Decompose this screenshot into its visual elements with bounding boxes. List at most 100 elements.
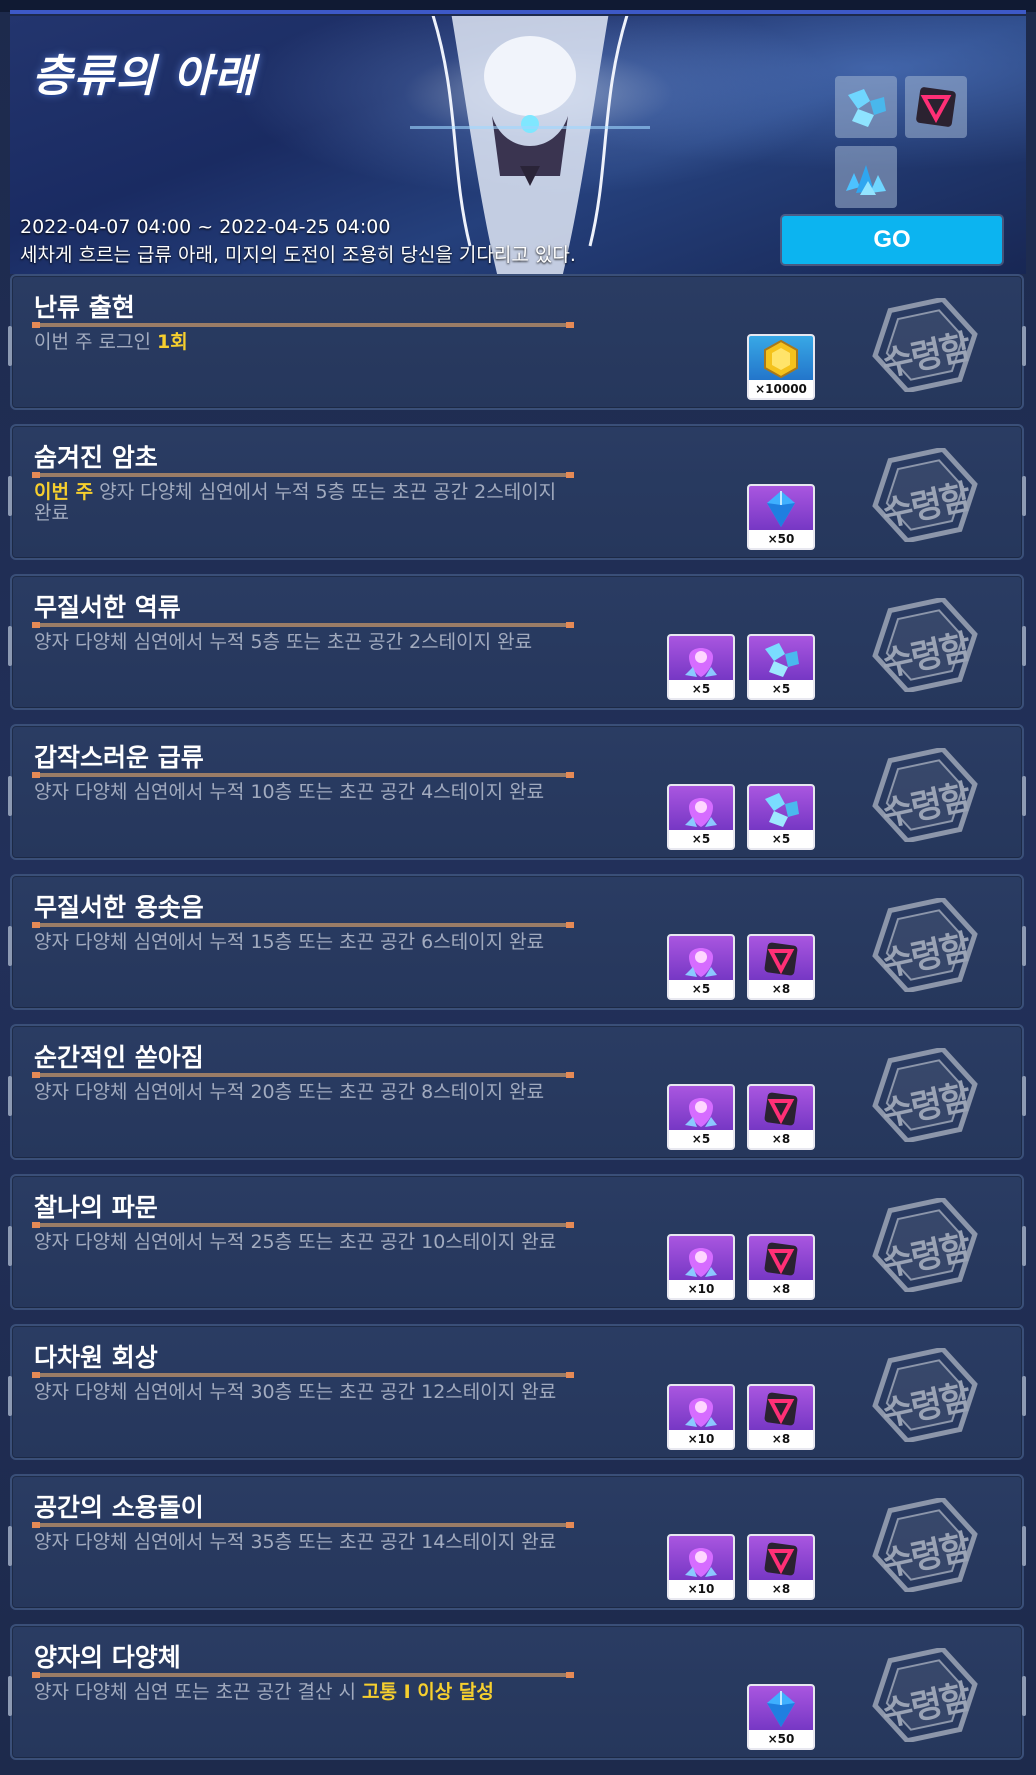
highlight-text: 이번 주 <box>34 481 94 503</box>
reward-quantity: ×5 <box>669 680 733 698</box>
title-divider <box>32 922 574 928</box>
description-text: 양자 다양체 심연에서 누적 5층 또는 초끈 공간 2스테이지 완료 <box>34 481 557 524</box>
reward-item[interactable]: ×10000 <box>747 334 815 400</box>
reward-quantity: ×5 <box>669 980 733 998</box>
reward-quantity: ×10000 <box>749 380 813 398</box>
claimed-stamp: 수령함 <box>870 598 980 692</box>
mission-title: 무질서한 역류 <box>34 593 181 622</box>
reward-item[interactable]: ×50 <box>747 484 815 550</box>
purple-crystal-icon <box>669 1386 733 1432</box>
reward-item[interactable]: ×50 <box>747 1684 815 1750</box>
claimed-stamp: 수령함 <box>870 448 980 542</box>
reward-quantity: ×50 <box>749 1730 813 1748</box>
dark-core-icon <box>749 936 813 982</box>
mission-title: 갑작스러운 급류 <box>34 743 204 772</box>
description-text: 양자 다양체 심연에서 누적 20층 또는 초끈 공간 8스테이지 완료 <box>34 1081 545 1103</box>
dark-core-icon <box>749 1386 813 1432</box>
reward-item[interactable]: ×8 <box>747 934 815 1000</box>
reward-item[interactable]: ×10 <box>667 1234 735 1300</box>
highlight-text: 고통 I 이상 달성 <box>362 1681 494 1703</box>
event-screen: 층류의 아래 2022-04-07 04:00 ~ 2022-04-25 04:… <box>0 0 1036 1775</box>
reward-quantity: ×5 <box>669 830 733 848</box>
mission-title: 순간적인 쏟아짐 <box>34 1043 204 1072</box>
purple-crystal-icon <box>669 636 733 682</box>
purple-crystal-icon <box>669 1086 733 1132</box>
mission-title: 다차원 회상 <box>34 1343 158 1372</box>
mission-card: 난류 출현이번 주 로그인 1회 ×10000 수령함 <box>8 274 1026 410</box>
character-art <box>410 16 650 274</box>
mission-description: 양자 다양체 심연 또는 초끈 공간 결산 시 고통 I 이상 달성 <box>34 1682 574 1703</box>
reward-quantity: ×8 <box>749 1280 813 1298</box>
mission-title: 무질서한 용솟음 <box>34 893 204 922</box>
claimed-stamp: 수령함 <box>870 1048 980 1142</box>
reward-item[interactable]: ×5 <box>667 634 735 700</box>
reward-item[interactable]: ×5 <box>747 784 815 850</box>
mission-description: 양자 다양체 심연에서 누적 30층 또는 초끈 공간 12스테이지 완료 <box>34 1382 574 1403</box>
mission-card: 무질서한 역류양자 다양체 심연에서 누적 5층 또는 초끈 공간 2스테이지 … <box>8 574 1026 710</box>
description-text: 이번 주 로그인 <box>34 331 157 353</box>
purple-crystal-icon <box>669 1536 733 1582</box>
mission-description: 이번 주 양자 다양체 심연에서 누적 5층 또는 초끈 공간 2스테이지 완료 <box>34 482 574 524</box>
reward-quantity: ×50 <box>749 530 813 548</box>
reward-item[interactable]: ×8 <box>747 1534 815 1600</box>
mission-description: 양자 다양체 심연에서 누적 35층 또는 초끈 공간 14스테이지 완료 <box>34 1532 574 1553</box>
mission-description: 양자 다양체 심연에서 누적 25층 또는 초끈 공간 10스테이지 완료 <box>34 1232 574 1253</box>
reward-quantity: ×5 <box>749 680 813 698</box>
reward-item[interactable]: ×8 <box>747 1384 815 1450</box>
dark-core-icon[interactable] <box>905 76 967 138</box>
mission-description: 양자 다양체 심연에서 누적 15층 또는 초끈 공간 6스테이지 완료 <box>34 932 574 953</box>
title-divider <box>32 1522 574 1528</box>
mission-card: 양자의 다양체양자 다양체 심연 또는 초끈 공간 결산 시 고통 I 이상 달… <box>8 1624 1026 1760</box>
mission-description: 양자 다양체 심연에서 누적 20층 또는 초끈 공간 8스테이지 완료 <box>34 1082 574 1103</box>
reward-item[interactable]: ×10 <box>667 1534 735 1600</box>
reward-item[interactable]: ×8 <box>747 1234 815 1300</box>
crystal-pile-icon[interactable] <box>835 146 897 208</box>
claimed-stamp: 수령함 <box>870 1198 980 1292</box>
crystal-icon <box>749 486 813 532</box>
mission-title: 난류 출현 <box>34 293 135 322</box>
reward-quantity: ×8 <box>749 1130 813 1148</box>
reward-quantity: ×5 <box>669 1130 733 1148</box>
mission-description: 양자 다양체 심연에서 누적 10층 또는 초끈 공간 4스테이지 완료 <box>34 782 574 803</box>
reward-item[interactable]: ×5 <box>667 934 735 1000</box>
reward-quantity: ×10 <box>669 1580 733 1598</box>
reward-quantity: ×10 <box>669 1280 733 1298</box>
purple-crystal-icon <box>669 1236 733 1282</box>
mission-title: 공간의 소용돌이 <box>34 1493 204 1522</box>
reward-quantity: ×8 <box>749 980 813 998</box>
reward-item[interactable]: ×5 <box>667 1084 735 1150</box>
title-divider <box>32 1072 574 1078</box>
claimed-stamp: 수령함 <box>870 298 980 392</box>
mission-description: 이번 주 로그인 1회 <box>34 332 574 353</box>
description-text: 양자 다양체 심연에서 누적 25층 또는 초끈 공간 10스테이지 완료 <box>34 1231 557 1253</box>
mission-card: 갑작스러운 급류양자 다양체 심연에서 누적 10층 또는 초끈 공간 4스테이… <box>8 724 1026 860</box>
event-banner: 층류의 아래 2022-04-07 04:00 ~ 2022-04-25 04:… <box>10 16 1026 274</box>
event-description: 세차게 흐르는 급류 아래, 미지의 도전이 조용히 당신을 기다리고 있다. <box>20 244 576 266</box>
reward-item[interactable]: ×5 <box>747 634 815 700</box>
description-text: 양자 다양체 심연에서 누적 5층 또는 초끈 공간 2스테이지 완료 <box>34 631 533 653</box>
crystal-icon <box>749 1686 813 1732</box>
highlight-text: 1회 <box>157 331 188 353</box>
purple-crystal-icon <box>669 786 733 832</box>
dark-core-icon <box>749 1536 813 1582</box>
reward-quantity: ×5 <box>749 830 813 848</box>
gold-coin-icon <box>749 336 813 382</box>
quantum-fragment-icon[interactable] <box>835 76 897 138</box>
reward-item[interactable]: ×10 <box>667 1384 735 1450</box>
top-border <box>0 0 1036 14</box>
quantum-fragment-icon <box>749 786 813 832</box>
description-text: 양자 다양체 심연에서 누적 15층 또는 초끈 공간 6스테이지 완료 <box>34 931 545 953</box>
go-button[interactable]: GO <box>782 216 1002 264</box>
description-text: 양자 다양체 심연에서 누적 10층 또는 초끈 공간 4스테이지 완료 <box>34 781 545 803</box>
title-divider <box>32 622 574 628</box>
mission-title: 양자의 다양체 <box>34 1643 181 1672</box>
title-divider <box>32 1372 574 1378</box>
reward-item[interactable]: ×8 <box>747 1084 815 1150</box>
title-divider <box>32 472 574 478</box>
reward-item[interactable]: ×5 <box>667 784 735 850</box>
reward-quantity: ×10 <box>669 1430 733 1448</box>
mission-title: 찰나의 파문 <box>34 1193 158 1222</box>
description-text: 양자 다양체 심연에서 누적 35층 또는 초끈 공간 14스테이지 완료 <box>34 1531 557 1553</box>
mission-card: 다차원 회상양자 다양체 심연에서 누적 30층 또는 초끈 공간 12스테이지… <box>8 1324 1026 1460</box>
event-period: 2022-04-07 04:00 ~ 2022-04-25 04:00 <box>20 216 391 238</box>
